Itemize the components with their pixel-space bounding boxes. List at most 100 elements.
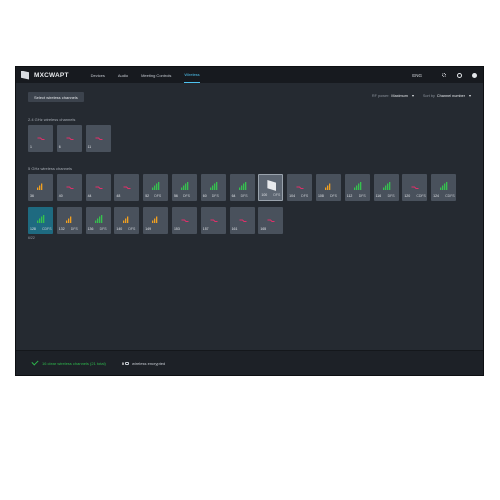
main-nav: Devices Audio Meeting Controls Wireless <box>91 67 213 83</box>
channel-tile-100[interactable]: 100 DFS <box>258 174 284 201</box>
channel-number: 165 <box>260 227 267 231</box>
channel-tile-6[interactable]: 6 <box>56 125 82 152</box>
nav-devices[interactable]: Devices <box>91 67 105 83</box>
gear-icon[interactable] <box>441 72 447 78</box>
rf-power-label: RF power: <box>371 94 390 98</box>
channel-tile-132[interactable]: 132 DFS <box>56 207 82 234</box>
channel-tile-11[interactable]: 11 <box>85 125 111 152</box>
channel-number: 40 <box>58 194 63 198</box>
channel-tile-161[interactable]: 161 <box>229 207 255 234</box>
channel-tile-64[interactable]: 64 DFS <box>229 174 255 201</box>
chevron-down-icon[interactable] <box>411 95 414 97</box>
nav-meeting-controls[interactable]: Meeting Controls <box>141 67 171 83</box>
channel-tile-149[interactable]: 149 <box>143 207 169 234</box>
clear-channels-text: 16 clear wireless channels (21 total) <box>42 360 106 366</box>
channel-tile-120[interactable]: 120 CDFS <box>402 174 428 201</box>
channel-tile-56[interactable]: 56 DFS <box>171 174 197 201</box>
user-icon[interactable] <box>471 72 477 78</box>
sort-label: Sort by <box>422 94 435 98</box>
nav-wireless[interactable]: Wireless <box>184 67 200 83</box>
interference-icon <box>239 219 247 222</box>
channel-number: 120 <box>404 194 411 198</box>
channel-number: 6 <box>58 145 61 149</box>
help-icon[interactable] <box>456 72 462 78</box>
encrypted-count: 0 <box>121 360 125 366</box>
signal-bars-icon <box>209 182 218 190</box>
channel-tile-104[interactable]: 104 DFS <box>287 174 313 201</box>
channel-number: 116 <box>375 194 382 198</box>
channel-tile-153[interactable]: 153 <box>171 207 197 234</box>
channel-number: 140 <box>116 227 123 231</box>
section-title-24ghz: 2.4 GHz wireless channels <box>28 117 76 122</box>
channel-tile-124[interactable]: 124 CDFS <box>431 174 457 201</box>
channel-tag: DFS <box>358 194 366 198</box>
channel-tile-1[interactable]: 1 <box>28 125 53 152</box>
channel-tag: DFS <box>128 227 136 231</box>
signal-bars-icon <box>37 183 43 190</box>
key-icon <box>125 361 130 365</box>
interference-icon <box>267 219 275 222</box>
channel-tile-44[interactable]: 44 <box>85 174 111 201</box>
channel-tag: DFS <box>182 194 190 198</box>
channel-tile-108[interactable]: 108 DFS <box>315 174 341 201</box>
chevron-down-icon[interactable] <box>469 95 471 97</box>
channel-number: 52 <box>145 194 150 198</box>
channel-tile-112[interactable]: 112 DFS <box>344 174 370 201</box>
channel-grid-24ghz: 1 6 11 <box>28 125 456 152</box>
interference-icon <box>181 219 189 222</box>
language-selector[interactable]: ENG <box>412 73 422 78</box>
access-point-icon <box>267 180 277 191</box>
top-bar: MXCWAPT Devices Audio Meeting Controls W… <box>16 67 483 83</box>
signal-bars-icon <box>353 182 362 190</box>
status-footer: 16 clear wireless channels (21 total) 0 … <box>16 350 483 375</box>
channel-number: 136 <box>87 227 94 231</box>
signal-bars-icon <box>65 216 72 223</box>
signal-bars-icon <box>324 183 331 190</box>
channel-tile-116[interactable]: 116 DFS <box>373 174 399 201</box>
clear-channels-status: 16 clear wireless channels (21 total) <box>31 358 106 366</box>
channel-number: 11 <box>87 145 92 149</box>
channel-number: 44 <box>87 194 92 198</box>
channel-number: 108 <box>317 194 324 198</box>
interference-icon <box>95 186 103 189</box>
channel-tile-165[interactable]: 165 <box>258 207 284 234</box>
channel-tile-136[interactable]: 136 DFS <box>85 207 111 234</box>
channel-tile-36[interactable]: 36 <box>28 174 53 201</box>
channel-tile-52[interactable]: 52 DFS <box>143 174 169 201</box>
channel-number: 36 <box>30 194 34 198</box>
select-wireless-channels-button[interactable]: Select wireless channels <box>28 92 84 102</box>
channel-tile-48[interactable]: 48 <box>114 174 140 201</box>
interference-icon <box>210 219 218 222</box>
channel-number: 64 <box>231 194 236 198</box>
channel-number: 112 <box>346 194 353 198</box>
top-right-controls: ENG <box>412 67 477 83</box>
channel-number: 157 <box>202 227 209 231</box>
channel-tile-157[interactable]: 157 <box>200 207 226 234</box>
channel-tag: DFS <box>70 227 78 231</box>
channel-tag: DFS <box>273 193 281 197</box>
rf-power-dropdown[interactable]: Maximum <box>391 94 407 98</box>
channel-number: 128 <box>30 227 36 231</box>
channel-grid-5ghz: 36 40 44 48 52 DFS 56 DFS 60 DFS 64 DFS 100 DFS 104 DFS… <box>28 174 457 240</box>
channel-number: 100 <box>261 193 268 197</box>
channel-number: 104 <box>289 194 296 198</box>
channel-tile-128[interactable]: 128 CDFS 6/22 <box>28 207 53 240</box>
toolbar: Select wireless channels RF power: Maxim… <box>16 83 483 107</box>
interference-icon <box>123 186 131 189</box>
signal-bars-icon <box>382 182 390 190</box>
channel-tile-40[interactable]: 40 <box>56 174 82 201</box>
app-window: MXCWAPT Devices Audio Meeting Controls W… <box>15 66 484 376</box>
channel-tile-60[interactable]: 60 DFS <box>200 174 226 201</box>
signal-bars-icon <box>94 215 102 223</box>
channel-tag: DFS <box>329 194 337 198</box>
nav-audio[interactable]: Audio <box>118 67 128 83</box>
channel-number: 60 <box>202 194 207 198</box>
channel-number: 124 <box>433 194 439 198</box>
sort-dropdown[interactable]: Channel number <box>437 94 465 98</box>
channel-tag: DFS <box>387 194 395 198</box>
channel-tag: CDFS <box>445 194 455 198</box>
signal-bars-icon <box>180 182 189 190</box>
app-name: MXCWAPT <box>34 71 69 79</box>
channel-tile-140[interactable]: 140 DFS <box>114 207 140 234</box>
channel-tag: DFS <box>240 194 248 198</box>
